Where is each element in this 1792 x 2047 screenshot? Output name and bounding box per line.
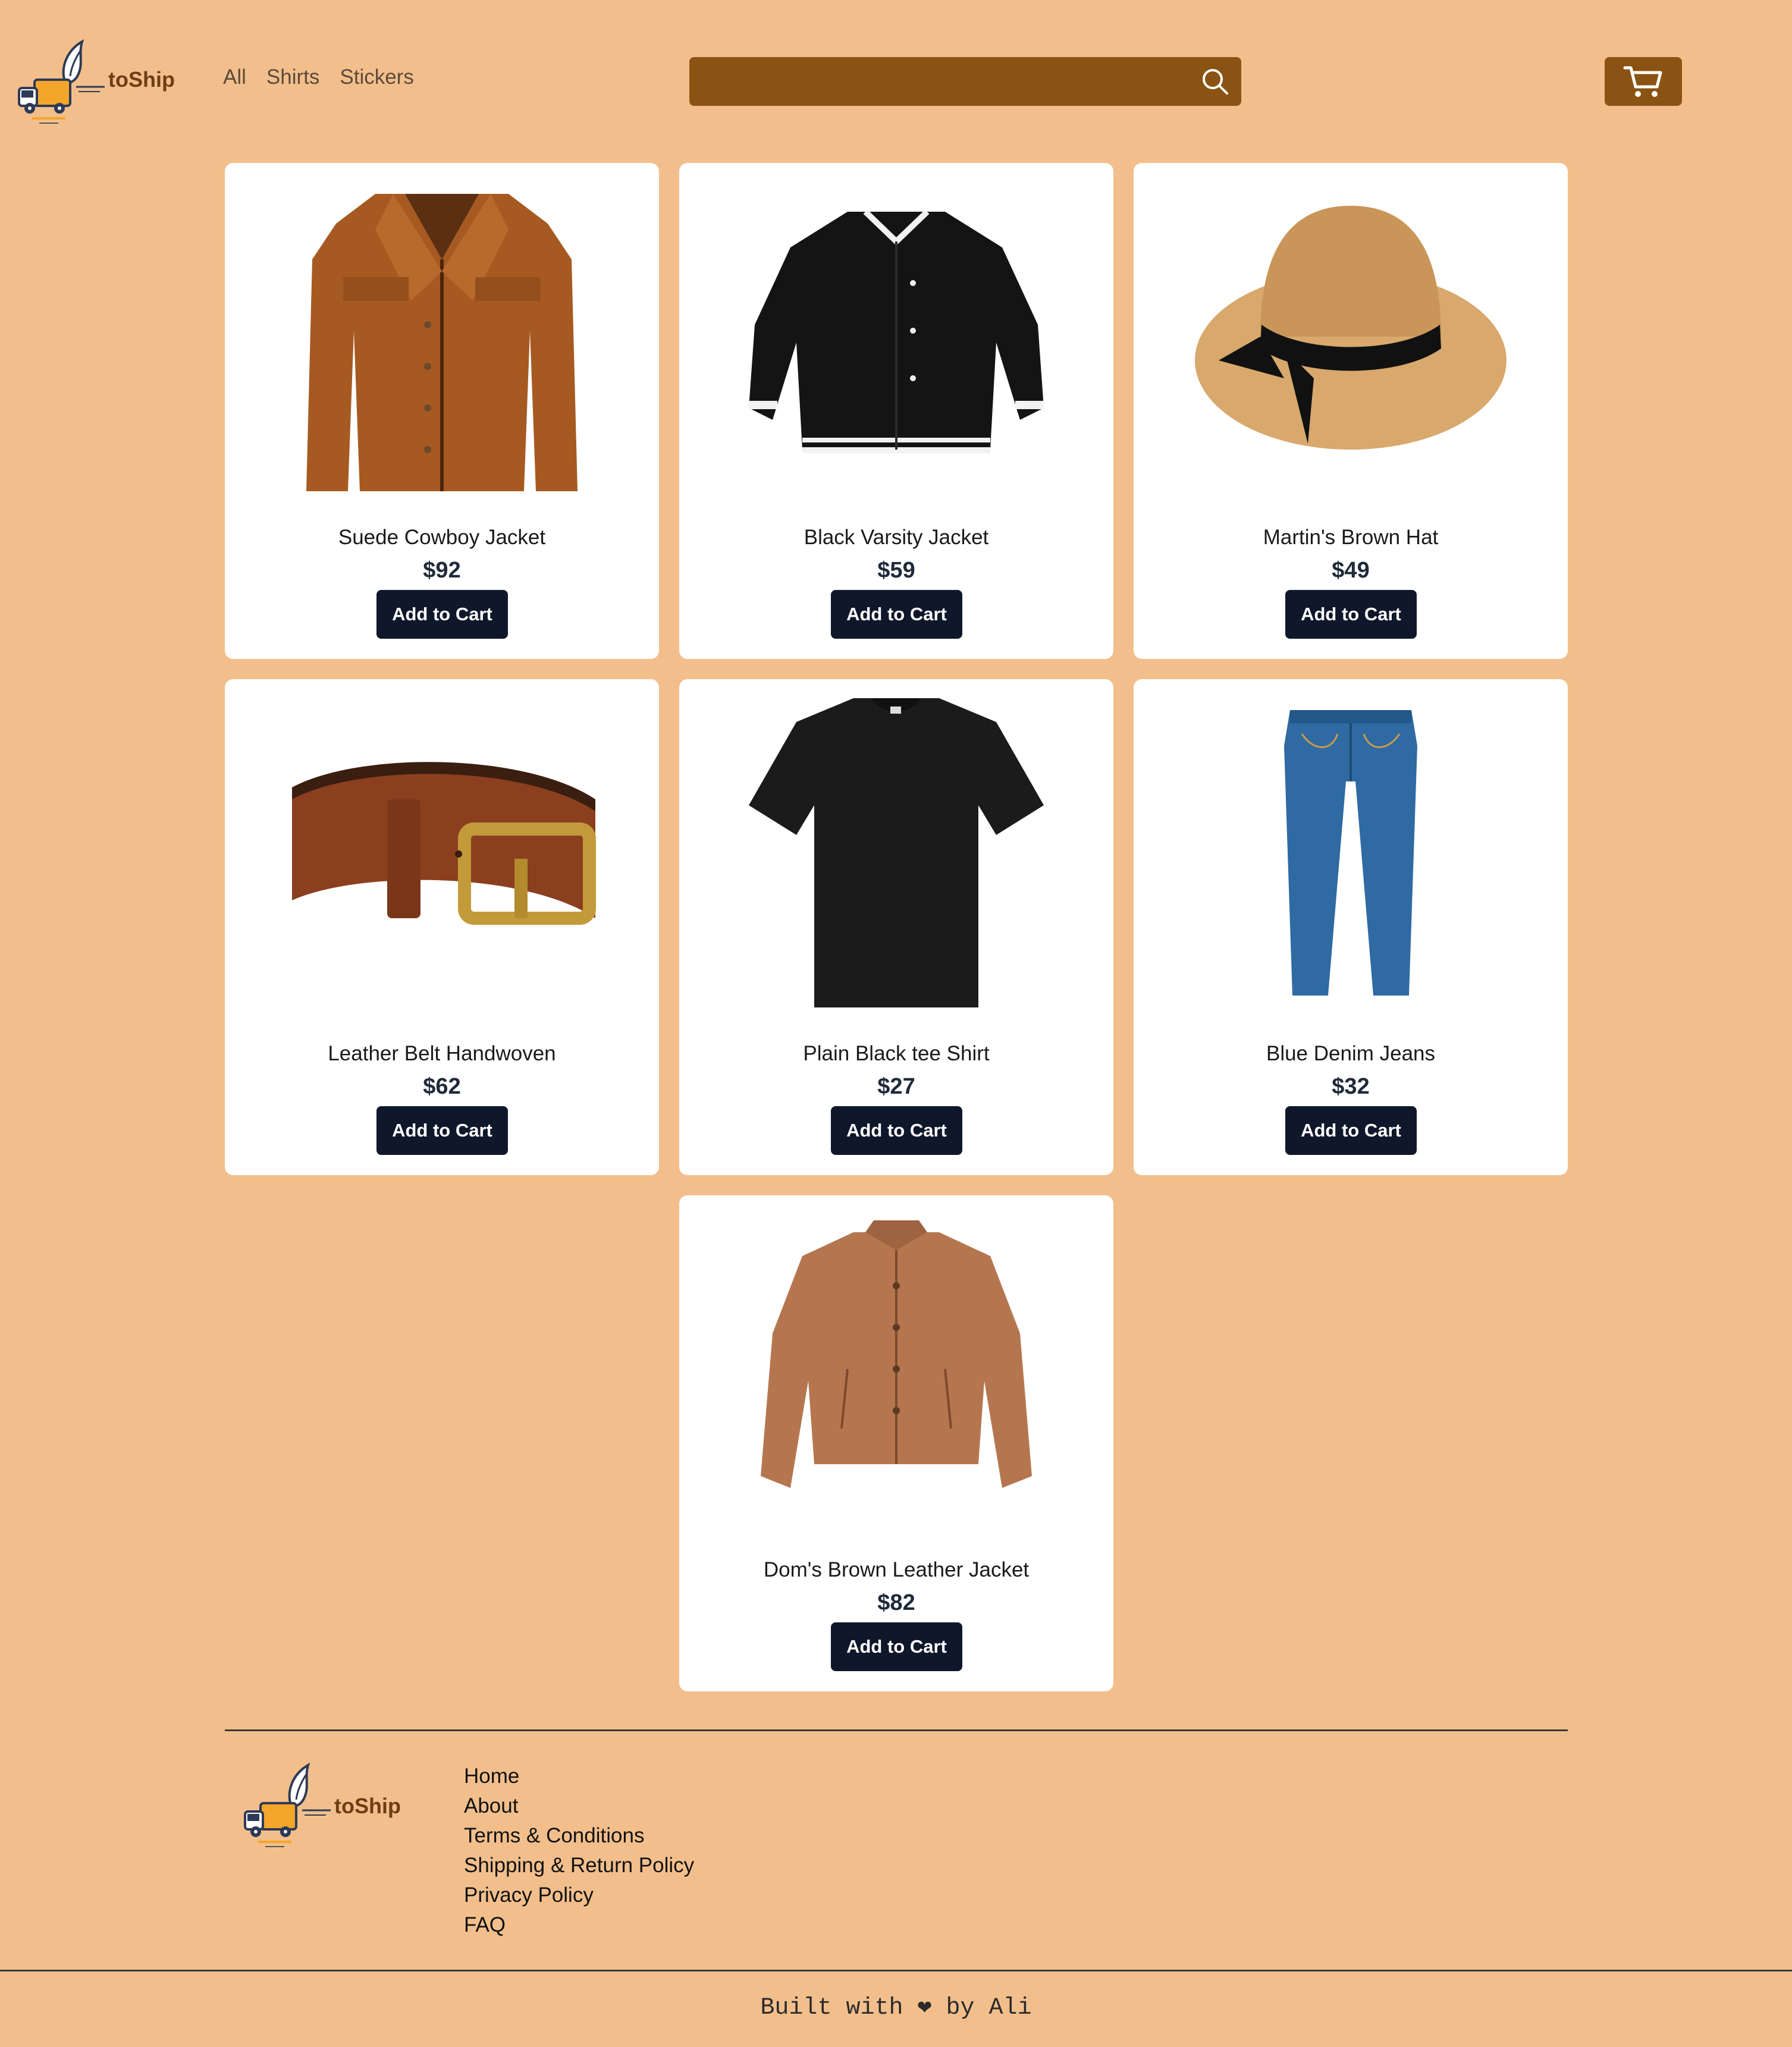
product-price: $49 bbox=[1332, 558, 1370, 583]
product-name: Leather Belt Handwoven bbox=[328, 1042, 556, 1065]
footer-link-privacy[interactable]: Privacy Policy bbox=[464, 1880, 694, 1910]
add-to-cart-button[interactable]: Add to Cart bbox=[831, 1106, 962, 1155]
bottom-divider bbox=[0, 1970, 1792, 1971]
search-bar bbox=[689, 57, 1241, 107]
brand-name: toShip bbox=[108, 67, 175, 92]
brown-leather-jacket-image bbox=[740, 1214, 1052, 1526]
black-tee-image bbox=[740, 698, 1052, 1010]
denim-jeans-image bbox=[1195, 698, 1507, 1010]
site-header: toShip All Shirts Stickers bbox=[0, 0, 1792, 161]
add-to-cart-button[interactable]: Add to Cart bbox=[376, 1106, 508, 1155]
add-to-cart-button[interactable]: Add to Cart bbox=[376, 590, 508, 639]
leather-belt-image bbox=[286, 698, 598, 1010]
nav-all[interactable]: All bbox=[223, 65, 246, 89]
site-logo[interactable]: toShip bbox=[17, 37, 175, 126]
varsity-jacket-image bbox=[740, 182, 1052, 494]
footer-link-about[interactable]: About bbox=[464, 1791, 694, 1821]
delivery-truck-logo-icon bbox=[17, 37, 106, 126]
product-name: Plain Black tee Shirt bbox=[803, 1042, 990, 1065]
product-price: $27 bbox=[877, 1074, 915, 1099]
delivery-truck-logo-icon bbox=[243, 1760, 332, 1850]
add-to-cart-button[interactable]: Add to Cart bbox=[1285, 1106, 1417, 1155]
product-card[interactable]: Leather Belt Handwoven $62 Add to Cart bbox=[225, 679, 659, 1175]
nav-shirts[interactable]: Shirts bbox=[266, 65, 319, 89]
footer-divider bbox=[225, 1729, 1568, 1731]
footer-link-shipping-returns[interactable]: Shipping & Return Policy bbox=[464, 1851, 694, 1880]
product-name: Martin's Brown Hat bbox=[1263, 526, 1439, 549]
footer-link-home[interactable]: Home bbox=[464, 1762, 694, 1791]
product-name: Suede Cowboy Jacket bbox=[338, 526, 546, 549]
main-nav: All Shirts Stickers bbox=[223, 65, 414, 89]
product-card[interactable]: Martin's Brown Hat $49 Add to Cart bbox=[1134, 163, 1568, 659]
add-to-cart-button[interactable]: Add to Cart bbox=[1285, 590, 1417, 639]
footer-link-faq[interactable]: FAQ bbox=[464, 1910, 694, 1940]
product-card[interactable]: Dom's Brown Leather Jacket $82 Add to Ca… bbox=[679, 1195, 1113, 1691]
product-name: Black Varsity Jacket bbox=[804, 526, 989, 549]
product-card[interactable]: Black Varsity Jacket $59 Add to Cart bbox=[679, 163, 1113, 659]
straw-hat-image bbox=[1195, 182, 1507, 494]
product-price: $62 bbox=[423, 1074, 461, 1099]
suede-jacket-image bbox=[286, 182, 598, 494]
footer-logo[interactable]: toShip bbox=[243, 1760, 421, 1850]
product-price: $82 bbox=[877, 1590, 915, 1615]
cart-button[interactable] bbox=[1605, 57, 1682, 106]
footer-brand-name: toShip bbox=[334, 1794, 401, 1818]
add-to-cart-button[interactable]: Add to Cart bbox=[831, 1622, 962, 1671]
footer-link-terms[interactable]: Terms & Conditions bbox=[464, 1821, 694, 1851]
product-name: Dom's Brown Leather Jacket bbox=[763, 1558, 1030, 1581]
product-card[interactable]: Suede Cowboy Jacket $92 Add to Cart bbox=[225, 163, 659, 659]
product-price: $92 bbox=[423, 558, 461, 583]
product-card[interactable]: Plain Black tee Shirt $27 Add to Cart bbox=[679, 679, 1113, 1175]
product-name: Blue Denim Jeans bbox=[1266, 1042, 1436, 1065]
add-to-cart-button[interactable]: Add to Cart bbox=[831, 590, 962, 639]
product-card[interactable]: Blue Denim Jeans $32 Add to Cart bbox=[1134, 679, 1568, 1175]
footer-nav: Home About Terms & Conditions Shipping &… bbox=[464, 1762, 694, 1940]
footer-credit: Built with ❤ by Ali bbox=[760, 1995, 1032, 2021]
product-price: $32 bbox=[1332, 1074, 1370, 1099]
search-input[interactable] bbox=[704, 57, 1194, 107]
nav-stickers[interactable]: Stickers bbox=[340, 65, 413, 89]
product-price: $59 bbox=[877, 558, 915, 583]
search-icon[interactable] bbox=[1198, 65, 1232, 98]
